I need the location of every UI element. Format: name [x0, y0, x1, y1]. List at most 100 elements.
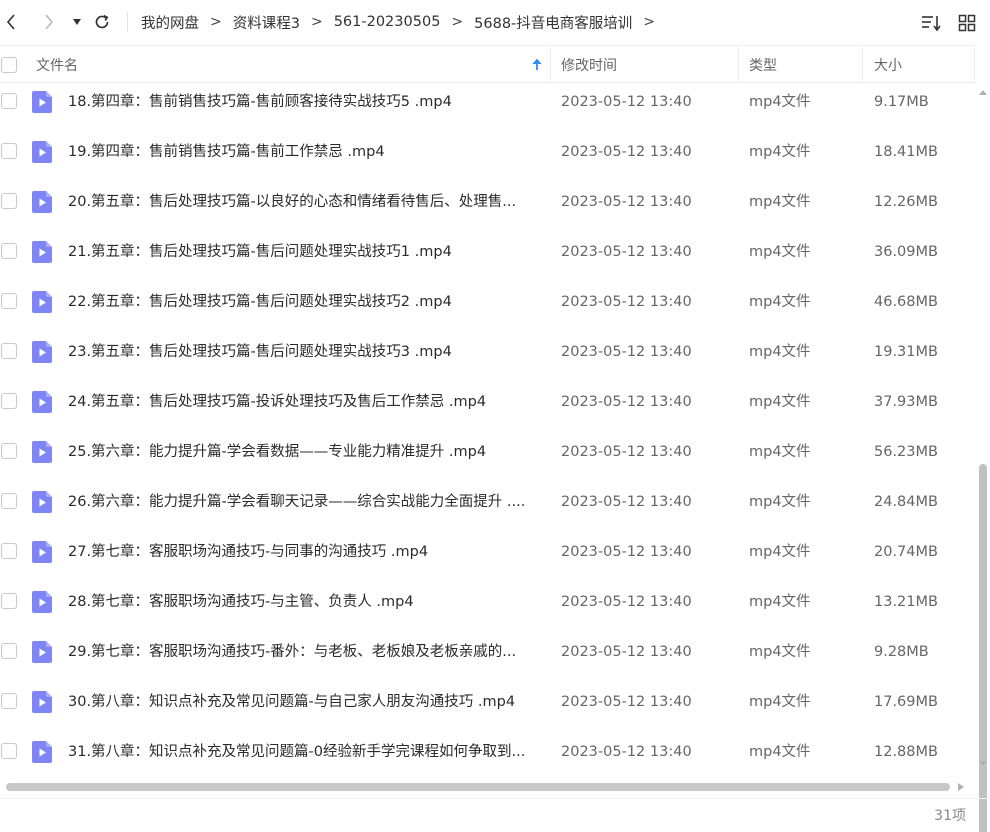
grid-view-icon [958, 14, 976, 32]
row-checkbox[interactable] [1, 693, 17, 709]
file-row[interactable]: 30.第八章：知识点补充及常见问题篇-与自己家人朋友沟通技巧 .mp4 2023… [0, 677, 976, 727]
breadcrumb-item[interactable]: 561-20230505 [334, 14, 441, 30]
column-header-modified[interactable]: 修改时间 [561, 46, 617, 83]
breadcrumb-item[interactable]: 资料课程3 [233, 12, 300, 33]
row-checkbox[interactable] [1, 743, 17, 759]
forward-button[interactable] [38, 10, 60, 34]
horizontal-scrollbar[interactable] [0, 778, 976, 796]
file-type: mp4文件 [749, 644, 811, 660]
file-size: 46.68MB [874, 294, 938, 310]
scroll-up-arrow-icon[interactable] [978, 88, 988, 96]
breadcrumb-separator: > [643, 14, 656, 30]
sort-button[interactable] [920, 12, 942, 34]
file-row[interactable]: 24.第五章：售后处理技巧篇-投诉处理技巧及售后工作禁忌 .mp4 2023-0… [0, 377, 976, 427]
column-header-name-label: 文件名 [36, 57, 78, 74]
row-checkbox[interactable] [1, 343, 17, 359]
file-size: 17.69MB [874, 694, 938, 710]
file-name: 23.第五章：售后处理技巧篇-售后问题处理实战技巧3 .mp4 [68, 344, 452, 360]
file-name: 29.第七章：客服职场沟通技巧-番外：与老板、老板娘及老板亲戚的... [68, 644, 517, 660]
video-file-icon [32, 241, 52, 263]
file-size: 12.88MB [874, 744, 938, 760]
select-all-checkbox[interactable] [1, 56, 17, 73]
column-divider[interactable] [974, 46, 975, 83]
row-checkbox[interactable] [1, 393, 17, 409]
file-name: 25.第六章：能力提升篇-学会看数据——专业能力精准提升 .mp4 [68, 444, 487, 460]
row-checkbox[interactable] [1, 443, 17, 459]
file-type: mp4文件 [749, 394, 811, 410]
column-header-size-label: 大小 [874, 57, 902, 74]
file-type: mp4文件 [749, 244, 811, 260]
file-row[interactable]: 18.第四章：售前销售技巧篇-售前顾客接待实战技巧5 .mp4 2023-05-… [0, 83, 976, 127]
row-checkbox[interactable] [1, 593, 17, 609]
file-row[interactable]: 26.第六章：能力提升篇-学会看聊天记录——综合实战能力全面提升 .... 20… [0, 477, 976, 527]
file-name: 27.第七章：客服职场沟通技巧-与同事的沟通技巧 .mp4 [68, 544, 429, 560]
row-checkbox[interactable] [1, 143, 17, 159]
breadcrumb-item-current[interactable]: 5688-抖音电商客服培训 [474, 12, 632, 33]
file-row[interactable]: 31.第八章：知识点补充及常见问题篇-0经验新手学完课程如何争取到... 202… [0, 727, 976, 776]
row-checkbox[interactable] [1, 243, 17, 259]
file-modified-time: 2023-05-12 13:40 [561, 444, 692, 460]
file-row[interactable]: 22.第五章：售后处理技巧篇-售后问题处理实战技巧2 .mp4 2023-05-… [0, 277, 976, 327]
vertical-scroll-thumb[interactable] [979, 464, 987, 832]
file-type: mp4文件 [749, 694, 811, 710]
scroll-right-arrow-icon[interactable] [957, 782, 965, 792]
file-row[interactable]: 27.第七章：客服职场沟通技巧-与同事的沟通技巧 .mp4 2023-05-12… [0, 527, 976, 577]
sort-list-icon [922, 16, 941, 32]
file-row[interactable]: 28.第七章：客服职场沟通技巧-与主管、负责人 .mp4 2023-05-12 … [0, 577, 976, 627]
file-size: 20.74MB [874, 544, 938, 560]
file-modified-time: 2023-05-12 13:40 [561, 544, 692, 560]
file-type: mp4文件 [749, 94, 811, 110]
video-file-icon [32, 541, 52, 563]
row-checkbox[interactable] [1, 293, 17, 309]
video-file-icon [32, 691, 52, 713]
grid-view-button[interactable] [956, 12, 978, 34]
column-header-size[interactable]: 大小 [874, 46, 902, 83]
refresh-icon [95, 14, 109, 29]
column-divider[interactable] [738, 46, 739, 83]
column-header-type-label: 类型 [749, 57, 777, 74]
file-name: 19.第四章：售前销售技巧篇-售前工作禁忌 .mp4 [68, 144, 385, 160]
back-button[interactable] [0, 10, 22, 34]
file-name: 21.第五章：售后处理技巧篇-售后问题处理实战技巧1 .mp4 [68, 244, 452, 260]
file-type: mp4文件 [749, 144, 811, 160]
column-divider[interactable] [550, 46, 551, 83]
row-checkbox[interactable] [1, 643, 17, 659]
breadcrumb-item[interactable]: 我的网盘 [141, 12, 199, 33]
file-type: mp4文件 [749, 594, 811, 610]
row-checkbox[interactable] [1, 93, 17, 109]
file-modified-time: 2023-05-12 13:40 [561, 294, 692, 310]
file-row[interactable]: 20.第五章：售后处理技巧篇-以良好的心态和情绪看待售后、处理售... 2023… [0, 177, 976, 227]
file-size: 36.09MB [874, 244, 938, 260]
file-size: 13.21MB [874, 594, 938, 610]
video-file-icon [32, 741, 52, 763]
column-divider[interactable] [862, 46, 863, 83]
file-modified-time: 2023-05-12 13:40 [561, 744, 692, 760]
file-row[interactable]: 29.第七章：客服职场沟通技巧-番外：与老板、老板娘及老板亲戚的... 2023… [0, 627, 976, 677]
vertical-scrollbar[interactable] [976, 84, 990, 832]
horizontal-scroll-thumb[interactable] [6, 783, 950, 791]
file-list-header: 文件名 修改时间 类型 大小 [0, 45, 976, 83]
row-checkbox[interactable] [1, 493, 17, 509]
refresh-button[interactable] [91, 10, 113, 34]
file-size: 24.84MB [874, 494, 938, 510]
column-header-type[interactable]: 类型 [749, 46, 777, 83]
file-type: mp4文件 [749, 444, 811, 460]
history-dropdown-button[interactable] [66, 10, 88, 34]
file-row[interactable]: 19.第四章：售前销售技巧篇-售前工作禁忌 .mp4 2023-05-12 13… [0, 127, 976, 177]
video-file-icon [32, 91, 52, 113]
column-header-name[interactable]: 文件名 [36, 46, 550, 83]
chevron-left-icon [6, 14, 15, 30]
file-row[interactable]: 23.第五章：售后处理技巧篇-售后问题处理实战技巧3 .mp4 2023-05-… [0, 327, 976, 377]
file-size: 9.17MB [874, 94, 929, 110]
row-checkbox[interactable] [1, 543, 17, 559]
row-checkbox[interactable] [1, 193, 17, 209]
file-modified-time: 2023-05-12 13:40 [561, 494, 692, 510]
file-modified-time: 2023-05-12 13:40 [561, 694, 692, 710]
file-row[interactable]: 25.第六章：能力提升篇-学会看数据——专业能力精准提升 .mp4 2023-0… [0, 427, 976, 477]
video-file-icon [32, 491, 52, 513]
sort-ascending-icon [532, 58, 542, 70]
scroll-down-arrow-icon[interactable] [978, 760, 988, 768]
file-row[interactable]: 21.第五章：售后处理技巧篇-售后问题处理实战技巧1 .mp4 2023-05-… [0, 227, 976, 277]
video-file-icon [32, 191, 52, 213]
file-type: mp4文件 [749, 744, 811, 760]
